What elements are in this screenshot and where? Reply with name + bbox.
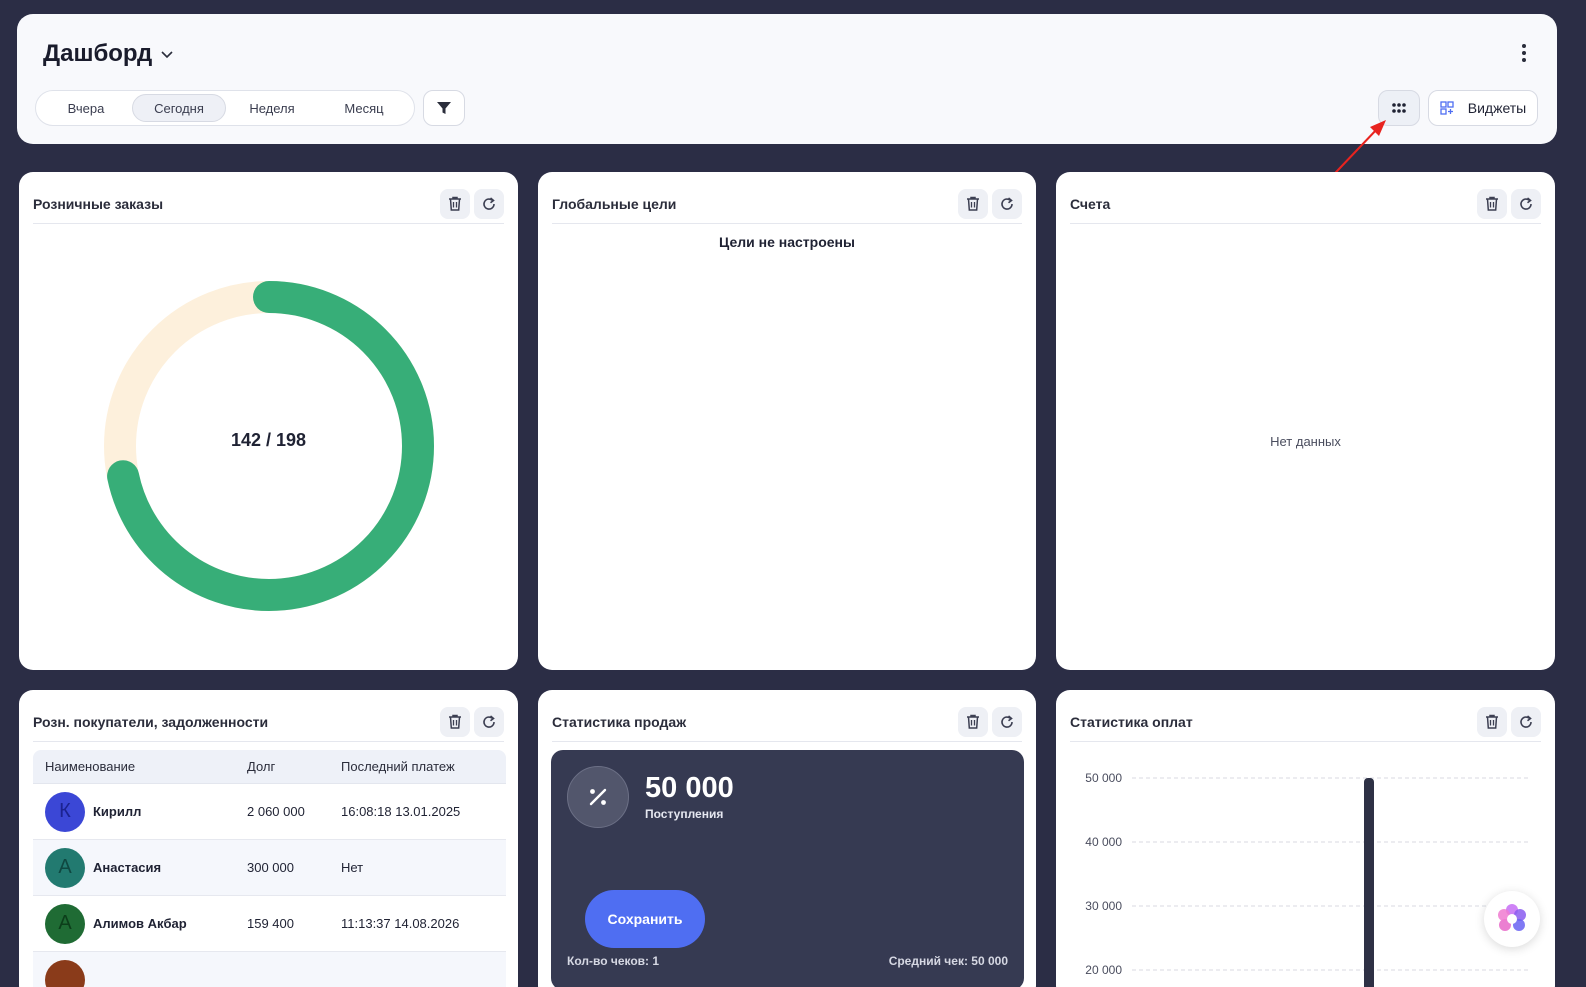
delete-button[interactable]	[1477, 706, 1507, 737]
period-selector: Вчера Сегодня Неделя Месяц	[35, 90, 415, 126]
trash-icon	[449, 196, 461, 211]
refresh-icon	[1001, 714, 1013, 728]
table-row[interactable]: А Анастасия 300 000 Нет	[33, 840, 506, 896]
refresh-icon	[1001, 196, 1013, 210]
column-header[interactable]: Долг	[247, 759, 341, 774]
avatar: А	[45, 903, 85, 944]
chart-bar[interactable]	[1364, 778, 1374, 987]
widget-title: Счета	[1070, 195, 1111, 212]
widget-header: Статистика оплат	[1070, 702, 1541, 742]
trash-icon	[1486, 196, 1498, 211]
widget-header: Розничные заказы	[33, 184, 504, 224]
debtors-table: Наименование Долг Последний платеж К Кири…	[33, 750, 506, 987]
y-tick-label: 50 000	[1085, 771, 1122, 785]
avatar	[45, 960, 85, 987]
delete-button[interactable]	[958, 706, 988, 737]
table-row[interactable]: А Алимов Акбар 159 400 11:13:37 14.08.202…	[33, 896, 506, 952]
y-tick-label: 20 000	[1085, 963, 1122, 977]
period-today[interactable]: Сегодня	[132, 94, 226, 122]
period-month[interactable]: Месяц	[318, 94, 410, 122]
filter-button[interactable]	[423, 90, 465, 126]
widget-title: Статистика оплат	[1070, 713, 1193, 730]
table-row[interactable]: К Кирилл 2 060 000 16:08:18 13.01.2025	[33, 784, 506, 840]
last-payment: 16:08:18 13.01.2025	[341, 804, 461, 819]
widget-accounts: Счета Нет данных	[1056, 172, 1555, 670]
page-title: Дашборд	[43, 40, 153, 67]
widget-debtors: Розн. покупатели, задолженности Наименов…	[19, 690, 518, 987]
avatar: К	[45, 791, 85, 832]
trash-icon	[967, 196, 979, 211]
refresh-button[interactable]	[992, 706, 1022, 737]
widget-header: Глобальные цели	[552, 184, 1022, 224]
donut-center-label: 142 / 198	[230, 430, 307, 450]
delete-button[interactable]	[440, 188, 470, 219]
debt-value: 2 060 000	[247, 804, 305, 819]
trash-icon	[1486, 714, 1498, 729]
widgets-icon	[1440, 101, 1454, 115]
table-row[interactable]	[33, 952, 506, 987]
percent-badge	[567, 766, 629, 828]
column-header[interactable]: Последний платеж	[341, 759, 506, 774]
widget-payment-stats: Статистика оплат 50 000 40 000 30 000 20 00…	[1056, 690, 1555, 987]
customer-name: Анастасия	[93, 860, 162, 875]
last-payment: Нет	[341, 860, 364, 875]
column-header[interactable]: Наименование	[33, 759, 247, 774]
widget-title: Глобальные цели	[552, 195, 677, 212]
avatar: А	[45, 847, 85, 888]
widget-global-goals: Глобальные цели Цели не настроены	[538, 172, 1036, 670]
widget-header: Статистика продаж	[552, 702, 1022, 742]
debt-value: 300 000	[247, 860, 294, 875]
average-receipt: Средний чек: 50 000	[888, 954, 1008, 968]
refresh-icon	[1520, 196, 1532, 210]
delete-button[interactable]	[1477, 188, 1507, 219]
period-yesterday[interactable]: Вчера	[40, 94, 132, 122]
accounts-empty-message: Нет данных	[1270, 434, 1341, 449]
table-header: Наименование Долг Последний платеж	[33, 750, 506, 784]
widget-header: Розн. покупатели, задолженности	[33, 702, 504, 742]
delete-button[interactable]	[440, 706, 470, 737]
widget-title: Статистика продаж	[552, 713, 687, 730]
refresh-icon	[483, 714, 495, 728]
sales-panel: 50 000 Поступления Сохранить Кол-во чеко…	[551, 750, 1024, 987]
save-button[interactable]: Сохранить	[585, 890, 705, 948]
period-week[interactable]: Неделя	[226, 94, 318, 122]
refresh-button[interactable]	[474, 706, 504, 737]
percent-icon	[589, 788, 607, 806]
income-amount: 50 000	[645, 772, 734, 804]
last-payment: 11:13:37 14.08.2026	[341, 916, 460, 931]
refresh-button[interactable]	[1511, 706, 1541, 737]
chevron-down-icon	[161, 51, 173, 59]
filter-icon	[437, 102, 451, 114]
widget-title: Розничные заказы	[33, 195, 164, 212]
y-tick-label: 40 000	[1085, 835, 1122, 849]
refresh-icon	[483, 196, 495, 210]
assistant-button[interactable]	[1484, 891, 1540, 947]
widgets-button[interactable]: Виджеты	[1428, 90, 1538, 126]
widget-header: Счета	[1070, 184, 1541, 224]
flower-logo-icon	[1498, 904, 1526, 931]
debt-value: 159 400	[247, 916, 294, 931]
more-options-icon[interactable]	[1519, 44, 1529, 62]
widget-retail-orders: Розничные заказы 142 / 198	[19, 172, 518, 670]
delete-button[interactable]	[958, 188, 988, 219]
widget-sales-stats: Статистика продаж 50 000 Поступления Сох…	[538, 690, 1036, 987]
refresh-icon	[1520, 714, 1532, 728]
widgets-label: Виджеты	[1467, 100, 1527, 116]
trash-icon	[967, 714, 979, 729]
dashboard-title-dropdown[interactable]: Дашборд	[43, 40, 174, 68]
trash-icon	[449, 714, 461, 729]
income-label: Поступления	[645, 807, 724, 821]
goals-empty-message: Цели не настроены	[719, 234, 855, 250]
refresh-button[interactable]	[992, 188, 1022, 219]
refresh-button[interactable]	[1511, 188, 1541, 219]
payment-bar-chart: 50 000 40 000 30 000 20 000	[1085, 771, 1531, 987]
y-tick-label: 30 000	[1085, 899, 1122, 913]
customer-name: Алимов Акбар	[93, 916, 187, 931]
customer-name: Кирилл	[93, 804, 142, 819]
widget-title: Розн. покупатели, задолженности	[33, 713, 269, 730]
receipts-count: Кол-во чеков: 1	[567, 954, 660, 968]
refresh-button[interactable]	[474, 188, 504, 219]
